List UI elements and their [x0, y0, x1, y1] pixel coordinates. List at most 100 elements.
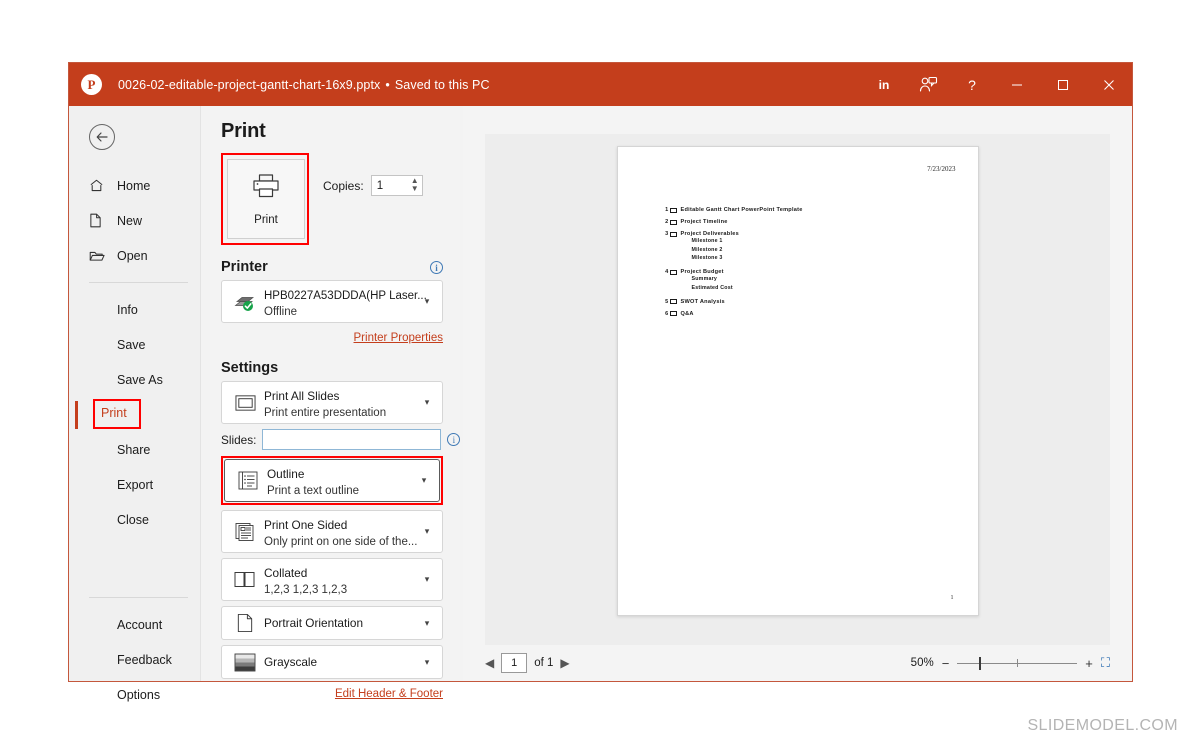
chevron-down-icon[interactable]: ▾	[420, 397, 434, 408]
print-sides-info: Print One Sided Only print on one side o…	[260, 516, 420, 548]
chevron-down-icon[interactable]: ▾	[420, 526, 434, 537]
sidebar-item-home[interactable]: Home	[69, 168, 200, 203]
print-sides-select[interactable]: Print One Sided Only print on one side o…	[221, 510, 443, 553]
outline-item-title: Editable Gantt Chart PowerPoint Template	[681, 207, 803, 213]
option-title: Print One Sided	[264, 518, 347, 532]
sidebar-item-label: Home	[117, 179, 150, 193]
outline-subitem: Milestone 3	[692, 254, 956, 263]
collation-select[interactable]: Collated 1,2,3 1,2,3 1,2,3 ▾	[221, 558, 443, 601]
outline-item-number: 1	[662, 207, 669, 213]
page-number-input[interactable]: 1	[501, 653, 527, 673]
slide-icon	[670, 311, 677, 316]
chevron-down-icon[interactable]: ▾	[417, 475, 431, 486]
help-button[interactable]: ?	[950, 63, 994, 106]
document-filename: 0026-02-editable-project-gantt-chart-16x…	[118, 78, 380, 92]
previous-page-icon[interactable]: ◀	[485, 656, 494, 670]
sidebar-item-print[interactable]: Print	[69, 397, 200, 432]
zoom-percentage: 50%	[911, 657, 934, 669]
one-sided-icon	[230, 522, 260, 541]
sidebar-item-label: Export	[117, 478, 153, 492]
sidebar-item-feedback[interactable]: Feedback	[69, 642, 200, 677]
minimize-button[interactable]	[994, 63, 1040, 106]
sidebar-item-close[interactable]: Close	[69, 502, 200, 537]
sidebar-item-save-as[interactable]: Save As	[69, 362, 200, 397]
portrait-icon	[230, 613, 260, 633]
close-button[interactable]	[1086, 63, 1132, 106]
outline-subitem: Estimated Cost	[692, 284, 956, 293]
outline-subitem: Summary	[692, 275, 956, 284]
title-bar: P 0026-02-editable-project-gantt-chart-1…	[69, 63, 1132, 106]
info-icon[interactable]: i	[430, 261, 443, 274]
zoom-slider[interactable]	[957, 657, 1077, 669]
spinner-up-down-icon[interactable]: ▲▼	[411, 177, 419, 193]
chevron-down-icon[interactable]: ▾	[420, 296, 434, 307]
sidebar-item-account[interactable]: Account	[69, 607, 200, 642]
outline-subitem: Milestone 2	[692, 246, 956, 255]
printer-select[interactable]: HPB0227A53DDDA(HP Laser... Offline ▾	[221, 280, 443, 323]
printer-properties-link[interactable]: Printer Properties	[354, 332, 443, 344]
chevron-down-icon[interactable]: ▾	[420, 574, 434, 585]
print-layout-select[interactable]: Outline Print a text outline ▾	[224, 459, 440, 502]
sidebar-item-label: Options	[117, 688, 160, 702]
sidebar-item-info[interactable]: Info	[69, 292, 200, 327]
page-number: 1	[951, 595, 954, 601]
page-total-label: of 1	[534, 657, 553, 669]
zoom-to-fit-icon[interactable]: ⛶	[1101, 655, 1110, 671]
orientation-select[interactable]: Portrait Orientation ▾	[221, 606, 443, 640]
slidemodel-watermark: SLIDEMODEL.COM	[1027, 717, 1178, 735]
edit-header-footer-link[interactable]: Edit Header & Footer	[335, 688, 443, 700]
outline-item-main: 6 Q&A	[662, 311, 956, 317]
zoom-out-button[interactable]: −	[942, 656, 950, 671]
sidebar-item-options[interactable]: Options	[69, 677, 200, 712]
chevron-down-icon[interactable]: ▾	[420, 657, 434, 668]
option-subtitle: Only print on one side of the...	[264, 536, 420, 548]
outline-item: 2 Project Timeline	[662, 219, 956, 225]
print-button[interactable]: Print	[227, 159, 305, 239]
outline-icon	[233, 471, 263, 490]
next-page-icon[interactable]: ▶	[560, 656, 569, 670]
sidebar-item-save[interactable]: Save	[69, 327, 200, 362]
zoom-slider-thumb[interactable]	[979, 657, 981, 670]
preview-page[interactable]: 7/23/2023 1 Editable Gantt Chart PowerPo…	[617, 146, 979, 616]
info-icon[interactable]: i	[447, 433, 460, 446]
sidebar-item-export[interactable]: Export	[69, 467, 200, 502]
option-title: Collated	[264, 566, 307, 580]
sidebar-item-open[interactable]: Open	[69, 238, 200, 273]
home-icon	[89, 178, 111, 193]
outline-item-number: 2	[662, 219, 669, 225]
slides-range-row: Slides: i	[221, 429, 443, 450]
powerpoint-backstage-window: P 0026-02-editable-project-gantt-chart-1…	[68, 62, 1133, 682]
back-arrow-icon[interactable]	[89, 124, 115, 150]
option-title: Outline	[267, 467, 304, 481]
option-title: Print All Slides	[264, 389, 339, 403]
sidebar-item-label: Feedback	[117, 653, 172, 667]
sidebar-item-new[interactable]: New	[69, 203, 200, 238]
sidebar-item-label: Close	[117, 513, 149, 527]
printer-status-icon	[230, 292, 260, 312]
maximize-button[interactable]	[1040, 63, 1086, 106]
outline-item: 4 Project Budget Summary Estimated Cost	[662, 269, 956, 292]
outline-item: 5 SWOT Analysis	[662, 299, 956, 305]
share-person-icon[interactable]	[906, 63, 950, 106]
outline-item-title: Q&A	[681, 311, 694, 317]
slide-icon	[670, 232, 677, 237]
settings-section-heading: Settings	[221, 360, 443, 376]
preview-statusbar: ◀ 1 of 1 ▶ 50% − + ⛶	[463, 645, 1132, 681]
outline-item-number: 3	[662, 231, 669, 237]
orientation-info: Portrait Orientation	[260, 614, 420, 632]
print-range-select[interactable]: Print All Slides Print entire presentati…	[221, 381, 443, 424]
sidebar-item-share[interactable]: Share	[69, 432, 200, 467]
outline-item: 1 Editable Gantt Chart PowerPoint Templa…	[662, 207, 956, 213]
backstage-sidebar: Home New Open Inf	[69, 106, 201, 681]
chevron-down-icon[interactable]: ▾	[420, 618, 434, 629]
color-mode-select[interactable]: Grayscale ▾	[221, 645, 443, 679]
color-mode-info: Grayscale	[260, 653, 420, 671]
slides-input[interactable]	[262, 429, 441, 450]
outline-item: 3 Project Deliverables Milestone 1 Miles…	[662, 231, 956, 263]
zoom-in-button[interactable]: +	[1085, 656, 1093, 671]
printer-info: HPB0227A53DDDA(HP Laser... Offline	[260, 286, 420, 318]
linkedin-icon[interactable]: in	[862, 63, 906, 106]
copies-input[interactable]: 1 ▲▼	[371, 175, 423, 196]
outline-item-number: 6	[662, 311, 669, 317]
outline-list: 1 Editable Gantt Chart PowerPoint Templa…	[640, 207, 956, 317]
